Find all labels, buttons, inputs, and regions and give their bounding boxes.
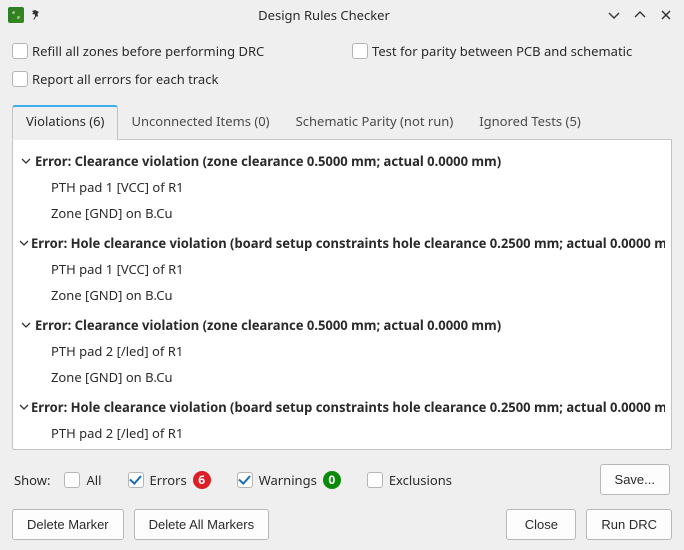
- refill-zones-label: Refill all zones before performing DRC: [32, 42, 264, 60]
- violation-header: Error: Clearance violation (zone clearan…: [35, 152, 501, 170]
- filter-exclusions-checkbox[interactable]: [367, 472, 383, 488]
- dialog-content: Refill all zones before performing DRC T…: [0, 30, 684, 550]
- warnings-count-badge: 0: [323, 471, 341, 489]
- tab-ignored[interactable]: Ignored Tests (5): [466, 105, 594, 140]
- bottom-button-row: Delete Marker Delete All Markers Close R…: [12, 495, 672, 540]
- report-all-checkbox[interactable]: [12, 71, 28, 87]
- violation-detail[interactable]: PTH pad 2 [/led] of R1: [17, 420, 665, 446]
- violation-detail[interactable]: Zone [GND] on B.Cu: [17, 364, 665, 390]
- tab-schematic-parity[interactable]: Schematic Parity (not run): [283, 105, 467, 140]
- close-window-button[interactable]: [656, 9, 676, 21]
- violation-detail[interactable]: Zone [GND] on B.Cu: [17, 282, 665, 308]
- close-button[interactable]: Close: [506, 509, 576, 540]
- tab-violations[interactable]: Violations (6): [12, 105, 118, 140]
- violation-detail[interactable]: PTH pad 2 [/led] of R1: [17, 338, 665, 364]
- options-row-2: Report all errors for each track: [12, 70, 672, 88]
- filter-all-checkbox[interactable]: [64, 472, 80, 488]
- minimize-button[interactable]: [604, 8, 624, 22]
- chevron-down-icon[interactable]: [21, 318, 31, 332]
- violation-item[interactable]: Error: Clearance violation (zone clearan…: [13, 146, 671, 228]
- maximize-button[interactable]: [630, 8, 650, 22]
- filter-errors-label: Errors: [150, 471, 187, 489]
- violation-header: Error: Hole clearance violation (board s…: [31, 398, 665, 416]
- options-row-1: Refill all zones before performing DRC T…: [12, 42, 672, 60]
- chevron-down-icon[interactable]: [19, 402, 29, 412]
- filter-all-label: All: [86, 471, 101, 489]
- pin-icon[interactable]: [30, 9, 44, 21]
- filter-warnings-checkbox[interactable]: [237, 472, 253, 488]
- violation-header: Error: Hole clearance violation (board s…: [31, 234, 665, 252]
- test-parity-label: Test for parity between PCB and schemati…: [372, 42, 632, 60]
- violation-item[interactable]: Error: Hole clearance violation (board s…: [13, 228, 671, 310]
- run-drc-button[interactable]: Run DRC: [586, 509, 672, 540]
- tab-unconnected[interactable]: Unconnected Items (0): [118, 105, 282, 140]
- violation-header: Error: Clearance violation (zone clearan…: [35, 316, 501, 334]
- filter-errors-checkbox[interactable]: [128, 472, 144, 488]
- filter-exclusions-label: Exclusions: [389, 471, 452, 489]
- filter-warnings-label: Warnings: [259, 471, 317, 489]
- violation-item[interactable]: Error: Hole clearance violation (board s…: [13, 392, 671, 450]
- violations-list[interactable]: Error: Clearance violation (zone clearan…: [12, 139, 672, 450]
- tabs: Violations (6) Unconnected Items (0) Sch…: [12, 104, 672, 140]
- errors-count-badge: 6: [193, 471, 211, 489]
- violation-detail[interactable]: Zone [GND] on B.Cu: [17, 200, 665, 226]
- chevron-down-icon[interactable]: [19, 238, 29, 248]
- titlebar: Design Rules Checker: [0, 0, 684, 30]
- chevron-down-icon[interactable]: [21, 154, 31, 168]
- report-all-label: Report all errors for each track: [32, 70, 218, 88]
- save-button[interactable]: Save...: [600, 464, 670, 495]
- app-icon: [8, 7, 24, 23]
- filter-row: Show: All Errors 6 Warnings 0 Exclusions…: [12, 450, 672, 495]
- show-label: Show:: [14, 471, 50, 489]
- violation-detail[interactable]: PTH pad 1 [VCC] of R1: [17, 174, 665, 200]
- refill-zones-checkbox[interactable]: [12, 43, 28, 59]
- violation-detail[interactable]: PTH pad 1 [VCC] of R1: [17, 256, 665, 282]
- violation-item[interactable]: Error: Clearance violation (zone clearan…: [13, 310, 671, 392]
- window-title: Design Rules Checker: [50, 6, 598, 24]
- delete-marker-button[interactable]: Delete Marker: [12, 509, 124, 540]
- delete-all-markers-button[interactable]: Delete All Markers: [134, 509, 269, 540]
- test-parity-checkbox[interactable]: [352, 43, 368, 59]
